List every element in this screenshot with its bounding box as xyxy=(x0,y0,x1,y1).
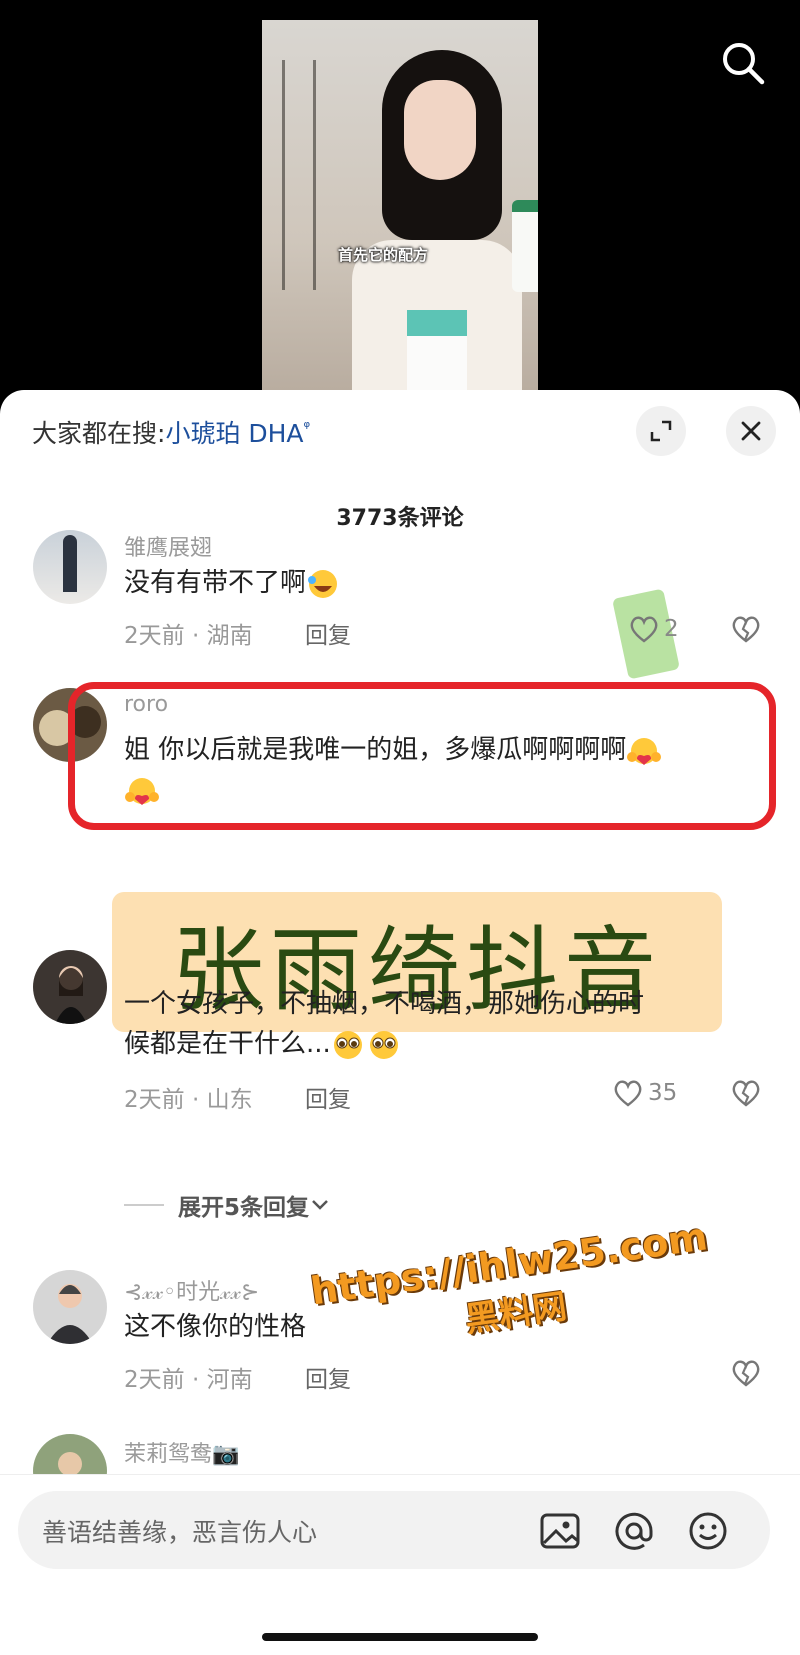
dislike-button[interactable] xyxy=(730,614,762,648)
comment-input[interactable]: 善语结善缘，恶言伤人心 xyxy=(18,1491,770,1569)
expand-button[interactable] xyxy=(636,406,686,456)
search-small-icon: ᵠ xyxy=(303,417,311,437)
broken-heart-icon xyxy=(732,1080,760,1107)
heart-icon xyxy=(630,616,658,643)
close-icon xyxy=(741,421,761,441)
presenter xyxy=(332,50,538,390)
comment-count: 3773条评论 xyxy=(336,506,464,531)
comment-meta: 2天前 · 山东 xyxy=(124,1087,253,1113)
heart-icon xyxy=(614,1080,642,1107)
close-button[interactable] xyxy=(726,406,776,456)
home-indicator xyxy=(262,1633,538,1641)
reply-button[interactable]: 回复 xyxy=(305,1360,351,1394)
broken-heart-icon xyxy=(732,1360,760,1387)
comment-meta: 2天前 · 河南 xyxy=(124,1367,253,1393)
emoji-icon[interactable] xyxy=(686,1509,730,1553)
dislike-button[interactable] xyxy=(730,1078,762,1112)
like-button[interactable]: 35 xyxy=(612,1078,677,1108)
pleading-emoji-icon xyxy=(331,1029,367,1061)
supplement-bottle xyxy=(512,200,538,292)
comment-author[interactable]: 茉莉鸳鸯📷 xyxy=(124,1436,239,1468)
like-count: 2 xyxy=(664,616,679,642)
pleading-emoji-icon xyxy=(367,1029,403,1061)
people-search[interactable]: 大家都在搜:小琥珀 DHAᵠ xyxy=(32,414,310,450)
comment-panel: 大家都在搜:小琥珀 DHAᵠ 3773条评论 雏鹰展翅 没有有带不了啊 2天前 … xyxy=(0,390,800,1654)
divider xyxy=(124,1204,164,1206)
like-button[interactable]: 2 xyxy=(628,614,679,644)
highlight-box xyxy=(68,682,776,830)
avatar[interactable] xyxy=(33,1270,107,1344)
comment-text: 一个女孩子，不抽烟，不喝酒，那她伤心的时 候都是在干什么... xyxy=(124,989,645,1061)
avatar[interactable] xyxy=(33,950,107,1024)
like-count: 35 xyxy=(648,1080,678,1106)
video-caption: 首先它的配方 xyxy=(338,246,429,264)
comment-input-placeholder: 善语结善缘，恶言伤人心 xyxy=(42,1518,318,1547)
comment-author[interactable]: ⊰𝓍𝓍◦时光𝓍𝓍⊱ xyxy=(124,1274,259,1306)
reply-button[interactable]: 回复 xyxy=(305,616,351,650)
reply-button[interactable]: 回复 xyxy=(305,1080,351,1114)
comment-text: 没有有带不了啊 xyxy=(124,563,764,603)
comment-meta: 2天前 · 湖南 xyxy=(124,623,253,649)
avatar[interactable] xyxy=(33,530,107,604)
product-box xyxy=(407,310,467,390)
chevron-down-icon xyxy=(312,1200,328,1210)
expand-replies-label: 展开5条回复 xyxy=(178,1195,310,1221)
people-search-term[interactable]: 小琥珀 DHA xyxy=(165,419,303,448)
dislike-button[interactable] xyxy=(730,1358,762,1392)
comment-input-bar: 善语结善缘，恶言伤人心 xyxy=(0,1474,800,1655)
expand-icon xyxy=(650,420,672,442)
broken-heart-icon xyxy=(732,616,760,643)
image-icon[interactable] xyxy=(538,1509,582,1553)
laughing-emoji-icon xyxy=(306,568,342,600)
mention-icon[interactable] xyxy=(612,1509,656,1553)
expand-replies-button[interactable]: 展开5条回复 xyxy=(124,1188,331,1222)
search-icon[interactable] xyxy=(718,38,768,88)
floor-lamp xyxy=(282,60,316,290)
comment-author[interactable]: 雏鹰展翅 xyxy=(124,530,212,562)
people-search-prefix: 大家都在搜: xyxy=(32,419,166,448)
video-frame[interactable]: 首先它的配方 xyxy=(262,20,538,390)
